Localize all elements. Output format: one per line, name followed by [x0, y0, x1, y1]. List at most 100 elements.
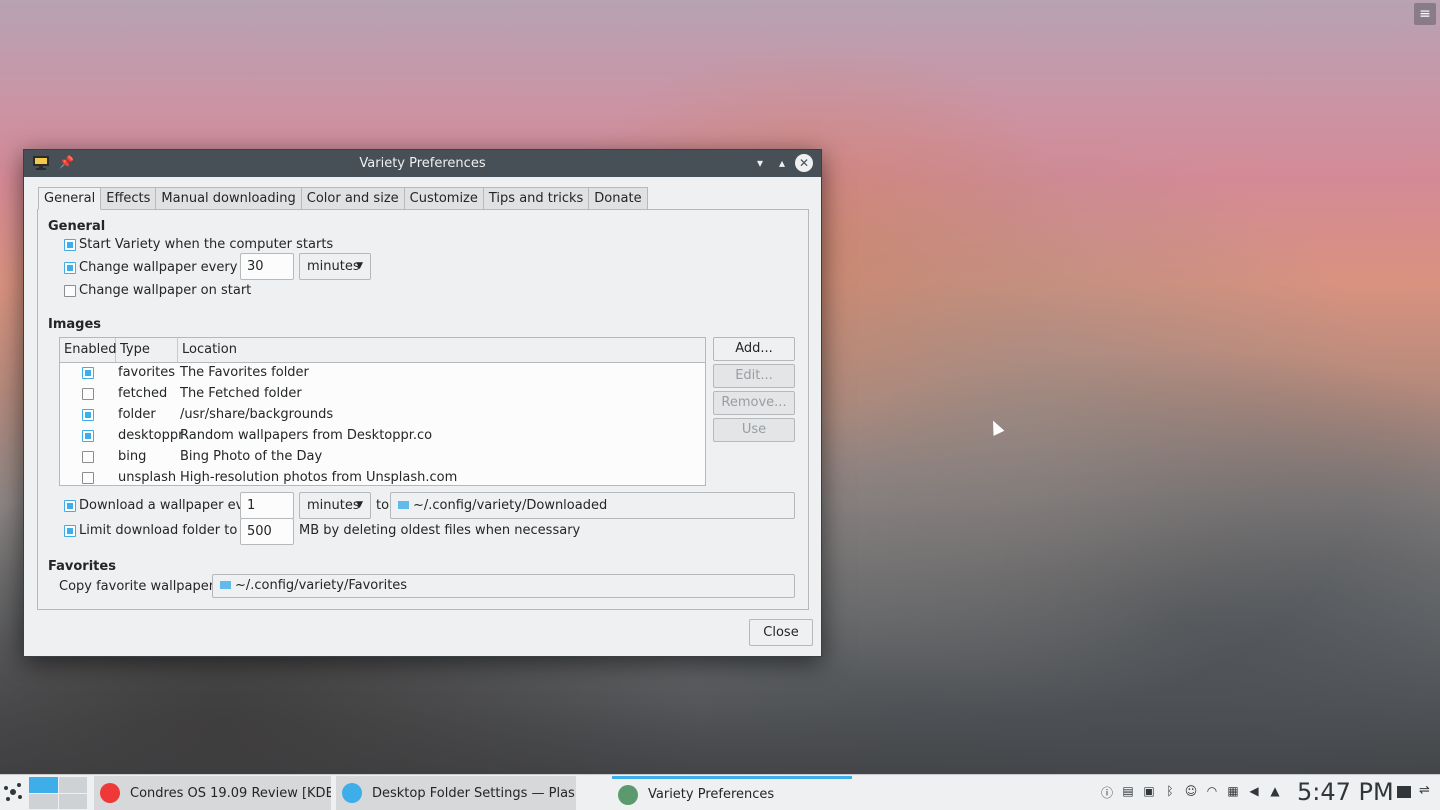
minimize-button[interactable]: ▾	[751, 154, 769, 172]
row-enabled-checkbox[interactable]	[82, 430, 94, 442]
row-location: High-resolution photos from Unsplash.com	[180, 470, 458, 485]
desktop-toolbox-icon[interactable]: ≡	[1414, 3, 1436, 25]
column-header-location[interactable]: Location	[178, 338, 705, 362]
change-wallpaper-checkbox[interactable]	[64, 262, 76, 274]
pager-desktop-4[interactable]	[58, 793, 87, 809]
download-folder-chooser[interactable]: ~/.config/variety/Downloaded	[390, 492, 795, 519]
table-row[interactable]: unsplash High-resolution photos from Uns…	[60, 468, 705, 485]
pager-desktop-3[interactable]	[29, 793, 58, 809]
bluetooth-icon[interactable]: ᛒ	[1163, 784, 1177, 801]
pager-desktop-2[interactable]	[58, 777, 87, 793]
maximize-button[interactable]: ▴	[773, 154, 791, 172]
task-label: Desktop Folder Settings — Plasma	[372, 785, 576, 801]
tab-color-and-size[interactable]: Color and size	[301, 187, 405, 210]
change-interval-unit-value: minutes	[307, 259, 360, 274]
clipboard-icon[interactable]: ▤	[1121, 784, 1135, 801]
row-enabled-checkbox[interactable]	[82, 472, 94, 484]
close-window-button[interactable]: ✕	[795, 154, 813, 172]
download-to-label: to	[376, 498, 390, 513]
tray-expand-icon[interactable]: ▲	[1268, 784, 1282, 801]
notifications-icon[interactable]: ⓘ	[1100, 784, 1114, 801]
row-enabled-checkbox[interactable]	[82, 409, 94, 421]
row-enabled-checkbox[interactable]	[82, 388, 94, 400]
task-label: Variety Preferences	[648, 787, 775, 802]
tab-bar: General Effects Manual downloading Color…	[38, 187, 648, 210]
download-interval-input[interactable]: 1	[240, 492, 294, 519]
remove-source-button[interactable]: Remove...	[713, 391, 795, 415]
row-location: The Favorites folder	[180, 365, 309, 380]
pager-desktop-1[interactable]	[29, 777, 58, 793]
download-interval-unit-select[interactable]: minutes ▼	[299, 492, 371, 519]
change-interval-unit-select[interactable]: minutes ▼	[299, 253, 371, 280]
tab-customize[interactable]: Customize	[404, 187, 484, 210]
start-variety-label: Start Variety when the computer starts	[79, 237, 334, 252]
download-folder-path: ~/.config/variety/Downloaded	[413, 498, 608, 513]
window-title: Variety Preferences	[359, 156, 486, 171]
variety-tray-icon[interactable]: ▣	[1142, 784, 1156, 801]
limit-folder-label: Limit download folder to	[79, 523, 238, 538]
folder-icon	[220, 581, 231, 589]
row-type: unsplash	[118, 470, 177, 485]
taskbar: Condres OS 19.09 Review [KDE Pl... Deskt…	[0, 774, 1440, 810]
application-launcher-icon[interactable]	[2, 781, 24, 803]
images-heading: Images	[48, 317, 102, 332]
virtual-desktop-pager[interactable]	[29, 777, 87, 809]
favorites-folder-chooser[interactable]: ~/.config/variety/Favorites	[212, 574, 795, 598]
removable-devices-icon[interactable]: ▦	[1226, 784, 1240, 801]
close-button[interactable]: Close	[749, 619, 813, 646]
row-location: Bing Photo of the Day	[180, 449, 323, 464]
column-header-enabled[interactable]: Enabled	[60, 338, 117, 362]
download-checkbox[interactable]	[64, 500, 76, 512]
variety-preferences-window: 📌 Variety Preferences ▾ ▴ ✕ General Effe…	[23, 149, 822, 657]
system-tray: ⓘ ▤ ▣ ᛒ ☺ ◠ ▦ ◀ ▲	[1100, 784, 1282, 801]
volume-icon[interactable]: ◀	[1247, 784, 1261, 801]
row-type: favorites	[118, 365, 176, 380]
tab-donate[interactable]: Donate	[589, 187, 648, 210]
panel-settings-icon[interactable]: ⇌	[1419, 783, 1430, 798]
tab-general[interactable]: General	[38, 187, 102, 210]
title-bar[interactable]: 📌 Variety Preferences ▾ ▴ ✕	[24, 150, 821, 177]
kde-connect-icon[interactable]: ☺	[1184, 784, 1198, 801]
table-row[interactable]: desktoppr Random wallpapers from Desktop…	[60, 426, 705, 447]
plasma-icon	[342, 783, 362, 803]
limit-folder-checkbox[interactable]	[64, 525, 76, 537]
tab-effects[interactable]: Effects	[101, 187, 157, 210]
download-label: Download a wallpaper every	[79, 498, 265, 513]
pin-icon[interactable]: 📌	[59, 155, 74, 169]
variety-app-icon[interactable]	[33, 156, 49, 170]
change-on-start-checkbox[interactable]	[64, 285, 76, 297]
table-row[interactable]: fetched The Fetched folder	[60, 384, 705, 405]
limit-folder-size-input[interactable]: 500	[240, 518, 294, 545]
task-desktop-folder-settings[interactable]: Desktop Folder Settings — Plasma	[336, 776, 576, 810]
task-label: Condres OS 19.09 Review [KDE Pl...	[130, 785, 331, 801]
show-desktop-icon[interactable]	[1397, 786, 1411, 798]
table-row[interactable]: folder /usr/share/backgrounds	[60, 405, 705, 426]
row-location: /usr/share/backgrounds	[180, 407, 334, 422]
column-header-type[interactable]: Type	[116, 338, 178, 362]
edit-source-button[interactable]: Edit...	[713, 364, 795, 388]
variety-icon	[618, 784, 638, 805]
row-type: folder	[118, 407, 156, 422]
row-location: Random wallpapers from Desktoppr.co	[180, 428, 433, 443]
row-type: desktoppr	[118, 428, 184, 443]
tab-tips-and-tricks[interactable]: Tips and tricks	[483, 187, 590, 210]
row-enabled-checkbox[interactable]	[82, 367, 94, 379]
table-header: Enabled Type Location	[60, 338, 705, 363]
table-row[interactable]: favorites The Favorites folder	[60, 363, 705, 384]
change-interval-input[interactable]: 30	[240, 253, 294, 280]
tab-manual-downloading[interactable]: Manual downloading	[156, 187, 302, 210]
digital-clock[interactable]: 5:47 PM	[1297, 778, 1394, 806]
task-condres-review[interactable]: Condres OS 19.09 Review [KDE Pl...	[94, 776, 331, 810]
table-row[interactable]: bing Bing Photo of the Day	[60, 447, 705, 468]
use-source-button[interactable]: Use	[713, 418, 795, 442]
vivaldi-icon	[100, 783, 120, 803]
wifi-icon[interactable]: ◠	[1205, 784, 1219, 801]
start-variety-checkbox[interactable]	[64, 239, 76, 251]
task-variety-preferences[interactable]: Variety Preferences	[612, 776, 852, 810]
row-location: The Fetched folder	[180, 386, 302, 401]
row-enabled-checkbox[interactable]	[82, 451, 94, 463]
add-source-button[interactable]: Add...	[713, 337, 795, 361]
row-type: bing	[118, 449, 147, 464]
mouse-cursor	[987, 418, 1005, 436]
change-wallpaper-label: Change wallpaper every	[79, 260, 238, 275]
